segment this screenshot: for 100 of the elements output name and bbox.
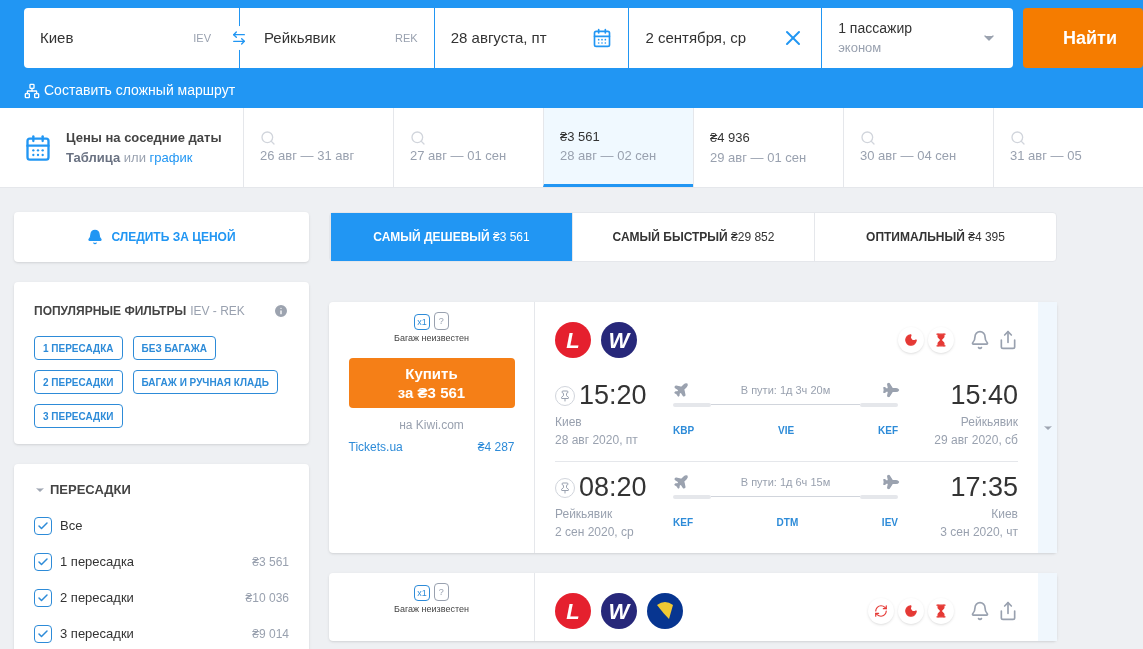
date-range-option[interactable]: 31 авг — 05 [993, 108, 1143, 187]
travel-duration: В пути: 1д 3ч 20м [740, 383, 831, 398]
airline-logo: W [601, 322, 637, 358]
or-text: или [123, 149, 146, 165]
transfers-title: ПЕРЕСАДКИ [50, 481, 131, 499]
airport-code: KEF [673, 515, 693, 530]
share-icon[interactable] [998, 601, 1018, 621]
bag-icon: x1 [414, 314, 430, 330]
arrival-date: 3 сен 2020, чт [939, 524, 1018, 541]
checkbox[interactable] [34, 516, 52, 535]
destination-city: Рейкьявик [264, 27, 336, 48]
checkbox[interactable] [34, 552, 52, 571]
option-price: ₴3 561 [252, 553, 289, 571]
filter-chip[interactable]: БАГАЖ И РУЧНАЯ КЛАДЬ [132, 370, 278, 394]
check-icon [37, 591, 49, 604]
bell-icon[interactable] [970, 601, 990, 621]
departure-time: 15:20 [579, 382, 647, 409]
option-price: ₴10 036 [245, 589, 289, 607]
checkbox[interactable] [34, 588, 52, 607]
airport-code: DTM [776, 515, 799, 530]
arrows-cycle-icon [868, 598, 894, 624]
filter-chip[interactable]: 3 ПЕРЕСАДКИ [34, 404, 123, 428]
agency-link[interactable]: Tickets.ua [348, 437, 403, 456]
departure-city: Рейкьявик [555, 506, 614, 523]
hourglass-icon [928, 598, 954, 624]
cabin-class: эконом [838, 39, 883, 57]
arrival-time: 17:35 [949, 474, 1018, 501]
nearby-dates-title: Цены на соседние даты [66, 129, 222, 147]
bell-icon[interactable] [970, 330, 990, 350]
date-range-option[interactable]: ₴3 561 28 авг — 02 сен [543, 108, 693, 187]
date-range-option[interactable]: ₴4 936 29 авг — 01 сен [693, 108, 843, 187]
filter-chip[interactable]: 1 ПЕРЕСАДКА [34, 336, 123, 360]
option-price: ₴9 014 [252, 625, 289, 643]
find-button[interactable]: Найти [1023, 8, 1143, 68]
baggage-note: Багаж неизвестен [394, 332, 469, 345]
bag-icon: x1 [414, 585, 430, 601]
origin-city: Киев [40, 27, 74, 48]
origin-code: IEV [193, 30, 211, 46]
share-icon[interactable] [998, 330, 1018, 350]
search-icon [860, 129, 876, 146]
table-link[interactable]: Таблица [66, 149, 121, 165]
sort-tab[interactable]: САМЫЙ БЫСТРЫЙ ₴29 852 [572, 213, 814, 261]
sort-tab[interactable]: САМЫЙ ДЕШЕВЫЙ ₴3 561 [330, 213, 572, 261]
arrival-time: 15:40 [949, 382, 1018, 409]
filter-chip[interactable]: 2 ПЕРЕСАДКИ [34, 370, 123, 394]
checkbox-label: 2 пересадки [60, 588, 134, 607]
complex-route-link[interactable]: Составить сложный маршрут [44, 80, 236, 101]
passenger-count[interactable]: 1 пассажир [838, 18, 912, 38]
airline-logo: W [601, 593, 637, 629]
buy-button[interactable]: Купить за ₴3 561 [348, 357, 515, 408]
calendar-icon[interactable] [592, 28, 613, 48]
departure-date: 28 авг 2020, пт [555, 432, 639, 449]
agency-name: на Kiwi.com [399, 416, 464, 434]
check-icon [37, 555, 49, 568]
checkbox-label: 1 пересадка [60, 552, 135, 571]
date-range-option[interactable]: 30 авг — 04 сен [843, 108, 993, 187]
track-price-button[interactable]: СЛЕДИТЬ ЗА ЦЕНОЙ [14, 212, 309, 262]
suitcase-icon: ? [433, 583, 449, 601]
sort-tab[interactable]: ОПТИМАЛЬНЫЙ ₴4 395 [814, 213, 1056, 261]
destination-code: REK [395, 30, 418, 46]
route-icon [24, 82, 40, 99]
arrival-city: Киев [990, 506, 1018, 523]
airport-code: KBP [673, 423, 695, 438]
departure-city: Киев [555, 414, 583, 431]
filter-chip[interactable]: БЕЗ БАГАЖА [132, 336, 216, 360]
search-icon [260, 129, 276, 146]
suitcase-icon: ? [433, 312, 449, 330]
airline-logo: L [555, 593, 591, 629]
offer-price: ₴4 287 [477, 438, 515, 456]
check-icon [37, 519, 49, 532]
travel-duration: В пути: 1д 6ч 15м [740, 475, 831, 490]
checkbox[interactable] [34, 624, 52, 643]
airport-code: VIE [778, 423, 795, 438]
arrival-city: Рейкьявик [959, 414, 1018, 431]
search-icon [1010, 129, 1026, 146]
takeoff-icon [673, 474, 689, 491]
checkbox-label: Все [60, 516, 83, 535]
departure-date: 2 сен 2020, ср [555, 524, 635, 541]
arrival-date: 29 авг 2020, сб [933, 432, 1018, 449]
check-icon [37, 627, 49, 640]
airport-code: KEF [878, 423, 898, 438]
moon-icon [898, 327, 924, 353]
search-icon [410, 129, 426, 146]
route-codes: IEV - REK [190, 303, 245, 320]
departure-date-field[interactable]: 28 августа, пт [450, 26, 547, 50]
popular-filters-title: ПОПУЛЯРНЫЕ ФИЛЬТРЫ [34, 303, 187, 320]
info-icon[interactable] [273, 303, 289, 319]
airport-code: IEV [881, 515, 898, 530]
departure-time: 08:20 [579, 474, 647, 501]
checkbox-label: 3 пересадки [60, 624, 134, 643]
date-range-option[interactable]: 26 авг — 31 авг [243, 108, 393, 187]
airline-logo: L [555, 322, 591, 358]
hourglass-icon [928, 327, 954, 353]
swap-icon [231, 30, 247, 46]
bell-icon [87, 229, 104, 245]
chart-link[interactable]: график [149, 149, 193, 165]
moon-icon [898, 598, 924, 624]
calendar-icon [24, 133, 52, 162]
baggage-note: Багаж неизвестен [394, 603, 469, 616]
takeoff-icon [673, 382, 689, 399]
